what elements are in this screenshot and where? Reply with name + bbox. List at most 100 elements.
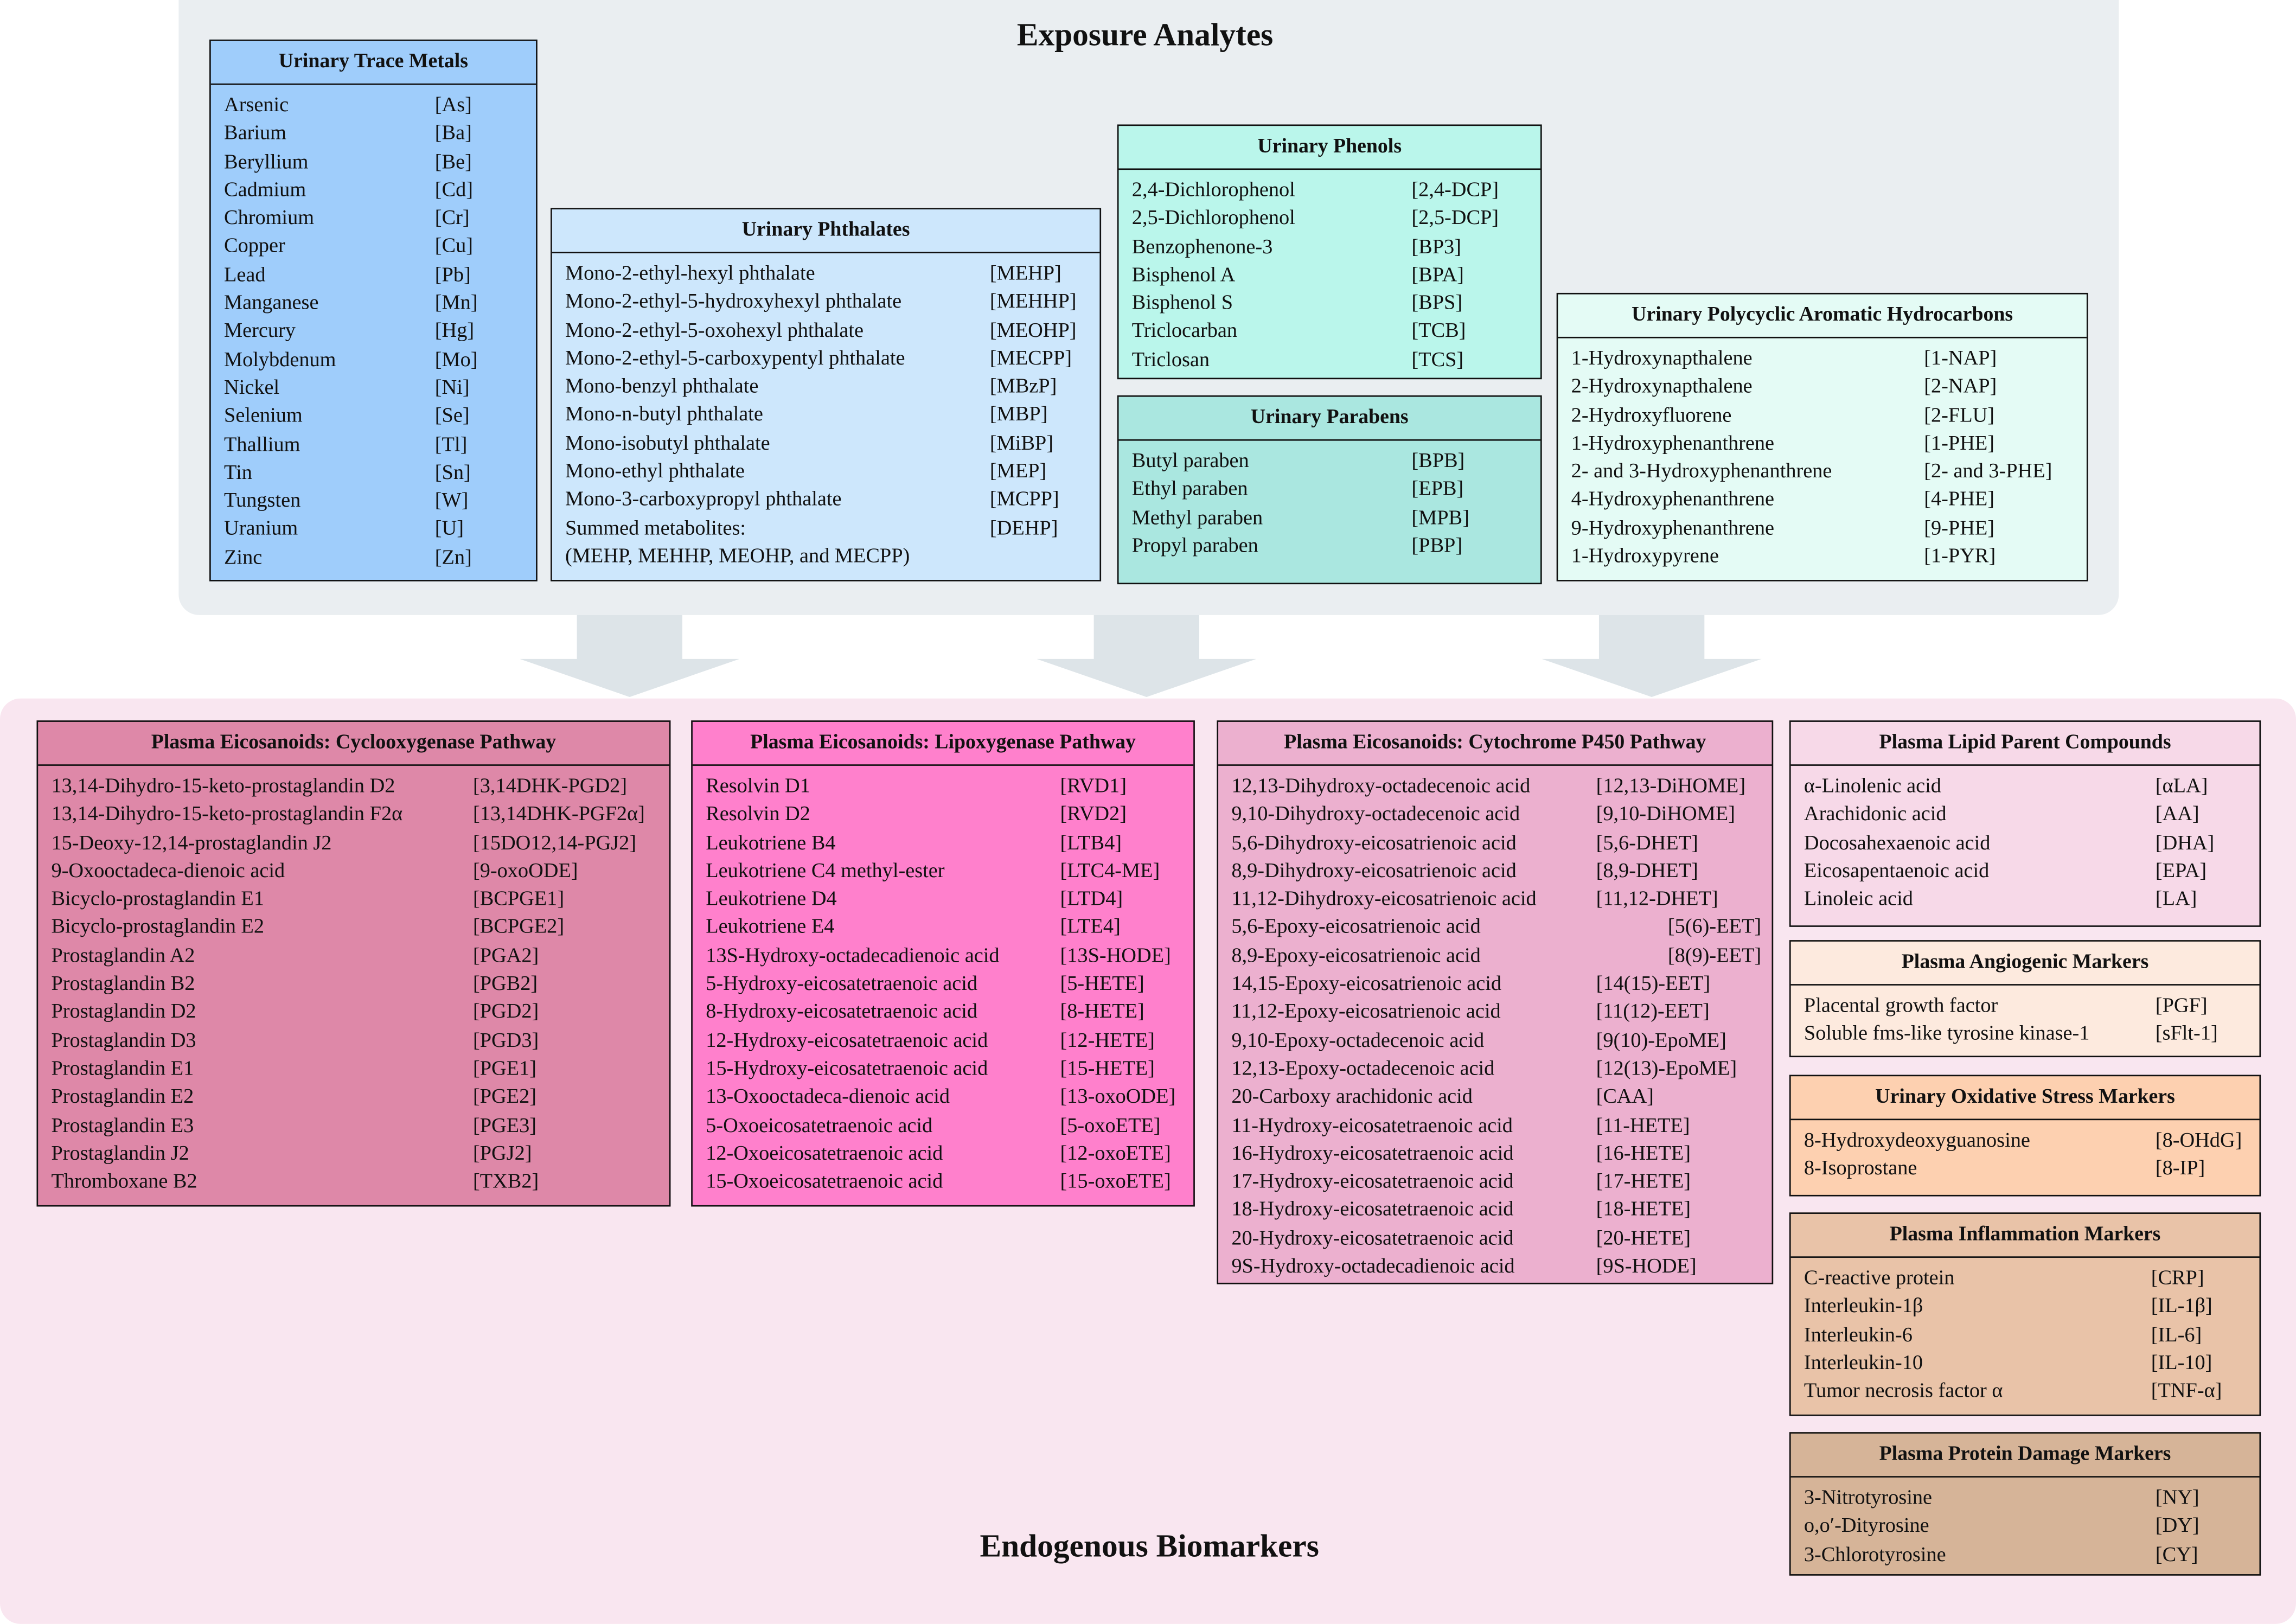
analyte-row: Mono-2-ethyl-5-hydroxyhexyl phthalate [ME… — [565, 289, 1099, 317]
analyte-row: 1-Hydroxyphenanthrene [1-PHE] — [1571, 430, 2087, 458]
analyte-abbreviation: [Hg] — [434, 319, 475, 343]
analyte-row: 14,15-Epoxy-eicosatrienoic acid [14(15)-E… — [1231, 971, 1771, 999]
analyte-abbreviation: [PGE1] — [472, 1057, 537, 1081]
analyte-row: Prostaglandin B2 [PGB2] — [51, 971, 669, 999]
analyte-name: Triclosan — [1131, 348, 1210, 372]
analyte-abbreviation: [BPB] — [1411, 449, 1465, 473]
analyte-name: Summed metabolites: — [565, 516, 746, 540]
analyte-row: Thromboxane B2 [TXB2] — [51, 1169, 669, 1197]
analyte-name: 2-Hydroxyfluorene — [1571, 403, 1732, 427]
analyte-abbreviation: [9-oxoODE] — [472, 859, 578, 883]
analyte-abbreviation: [15DO12,14-PGJ2] — [472, 831, 637, 855]
analyte-row: 12,13-Epoxy-octadecenoic acid [12(13)-Epo… — [1231, 1056, 1771, 1084]
analyte-row: Mono-n-butyl phthalate [MBP] — [565, 402, 1099, 430]
analyte-row: Prostaglandin A2 [PGA2] — [51, 943, 669, 971]
analyte-row: 11,12-Dihydroxy-eicosatrienoic acid [11,1… — [1231, 886, 1771, 915]
plasma-angiogenic-box: Plasma Angiogenic Markers Placental growt… — [1789, 940, 2261, 1058]
analyte-abbreviation: [IL-10] — [2151, 1351, 2212, 1375]
analyte-row: Benzophenone-3 [BP3] — [1132, 234, 1540, 262]
analyte-row: 9,10-Dihydroxy-octadecenoic acid [9,10-Di… — [1231, 801, 1771, 829]
analyte-name: 12,13-Dihydroxy-octadecenoic acid — [1231, 775, 1531, 798]
analyte-abbreviation: [Ba] — [434, 122, 472, 146]
analyte-abbreviation: [Cd] — [434, 178, 474, 202]
analyte-name: Linoleic acid — [1803, 887, 1913, 911]
analyte-abbreviation: [IL-6] — [2151, 1323, 2202, 1347]
analyte-name: 3-Nitrotyrosine — [1803, 1486, 1933, 1510]
analyte-name: Interleukin-6 — [1803, 1323, 1913, 1347]
analyte-row: Tungsten [W] — [224, 488, 536, 516]
analyte-list: Butyl paraben [BPB] Ethyl paraben [EPB] Meth… — [1118, 441, 1540, 561]
analyte-row: Bicyclo-prostaglandin E1 [BCPGE1] — [51, 886, 669, 915]
analyte-abbreviation: [sFlt-1] — [2155, 1022, 2218, 1046]
analyte-abbreviation: [Sn] — [434, 461, 471, 485]
analyte-abbreviation: [1-PYR] — [1924, 545, 1996, 568]
analyte-abbreviation: [TNF-α] — [2151, 1379, 2222, 1403]
analyte-row: 8-Isoprostane [8-IP] — [1804, 1156, 2260, 1184]
analyte-abbreviation: [MEHHP] — [989, 290, 1077, 314]
analyte-name: Leukotriene B4 — [706, 831, 836, 855]
analyte-name: 13,14-Dihydro-15-keto-prostaglandin D2 — [51, 775, 395, 798]
analyte-name: 5,6-Epoxy-eicosatrienoic acid — [1231, 916, 1481, 939]
box-title: Urinary Oxidative Stress Markers — [1790, 1076, 2260, 1121]
analyte-abbreviation: [2- and 3-PHE] — [1924, 460, 2052, 484]
analyte-row: 4-Hydroxyphenanthrene [4-PHE] — [1571, 487, 2087, 515]
analyte-abbreviation: [EPA] — [2155, 859, 2207, 883]
analyte-abbreviation: [MEOHP] — [989, 318, 1077, 342]
analyte-name: Arsenic — [224, 93, 289, 117]
analyte-abbreviation: [Se] — [434, 404, 470, 429]
analyte-name: (MEHP, MEHHP, MEOHP, and MECPP) — [565, 545, 910, 568]
analyte-row: 8-Hydroxy-eicosatetraenoic acid [8-HETE] — [706, 999, 1193, 1027]
analyte-name: Mono-benzyl phthalate — [565, 375, 759, 399]
analyte-name: 13,14-Dihydro-15-keto-prostaglandin F2α — [51, 803, 403, 827]
analyte-name: C-reactive protein — [1803, 1267, 1955, 1290]
analyte-name: Leukotriene D4 — [706, 887, 837, 911]
analyte-row: Leukotriene C4 methyl-ester [LTC4-ME] — [706, 858, 1193, 886]
analyte-abbreviation: [PGF] — [2155, 994, 2208, 1018]
analyte-list: α-Linolenic acid [αLA] Arachidonic acid [AA… — [1791, 766, 2260, 915]
analyte-name: Mono-isobutyl phthalate — [565, 431, 770, 455]
analyte-abbreviation: [MEP] — [989, 459, 1047, 484]
analyte-abbreviation: [5-HETE] — [1060, 972, 1144, 996]
analyte-abbreviation: [As] — [434, 93, 472, 117]
analyte-name: 15-Oxoeicosatetraenoic acid — [706, 1170, 943, 1194]
analyte-abbreviation: [Ni] — [434, 376, 470, 400]
analyte-row: 12-Hydroxy-eicosatetraenoic acid [12-HETE… — [706, 1027, 1193, 1056]
analyte-abbreviation: [PGD3] — [472, 1028, 539, 1053]
box-title: Plasma Lipid Parent Compounds — [1790, 722, 2260, 766]
analyte-abbreviation: [14(15)-EET] — [1596, 972, 1711, 996]
analyte-abbreviation: [Cr] — [434, 207, 470, 231]
analyte-abbreviation: [8(9)-EET] — [1667, 944, 1762, 968]
analyte-name: Benzophenone-3 — [1131, 235, 1273, 259]
analyte-abbreviation: [RVD2] — [1060, 803, 1127, 827]
analyte-name: 9S-Hydroxy-octadecadienoic acid — [1231, 1255, 1515, 1278]
analyte-name: Bisphenol A — [1131, 263, 1236, 287]
box-title: Plasma Eicosanoids: Lipoxygenase Pathway — [692, 722, 1194, 766]
analyte-abbreviation: [9-PHE] — [1924, 516, 1995, 540]
analyte-name: 2-Hydroxynapthalene — [1571, 375, 1753, 399]
analyte-row: Interleukin-6 [IL-6] — [1804, 1322, 2260, 1350]
analyte-abbreviation: [MBP] — [989, 403, 1048, 427]
analyte-abbreviation: [CRP] — [2151, 1267, 2204, 1290]
analyte-row: Copper [Cu] — [224, 234, 536, 262]
analyte-row: Tumor necrosis factor α [TNF-α] — [1804, 1378, 2260, 1406]
analyte-row: 17-Hydroxy-eicosatetraenoic acid [17-HETE… — [1231, 1169, 1771, 1197]
analyte-row: 9-Hydroxyphenanthrene [9-PHE] — [1571, 515, 2087, 544]
analyte-row: 13,14-Dihydro-15-keto-prostaglandin D2 [3… — [51, 773, 669, 801]
box-title: Urinary Trace Metals — [210, 41, 536, 85]
analyte-list: Mono-2-ethyl-hexyl phthalate [MEHP] Mono-2… — [552, 253, 1100, 572]
analyte-abbreviation: [5,6-DHET] — [1596, 831, 1698, 855]
analyte-name: 13S-Hydroxy-octadecadienoic acid — [706, 944, 1000, 968]
urinary-trace-metals-box: Urinary Trace Metals Arsenic [As] Barium [Ba… — [209, 39, 538, 581]
analyte-name: Ethyl paraben — [1131, 477, 1248, 502]
box-title: Plasma Angiogenic Markers — [1790, 942, 2260, 986]
analyte-row: 16-Hydroxy-eicosatetraenoic acid [16-HETE… — [1231, 1141, 1771, 1169]
analyte-name: Barium — [224, 122, 286, 146]
analyte-abbreviation: [PGA2] — [472, 944, 539, 968]
analyte-row: Butyl paraben [BPB] — [1132, 448, 1540, 476]
analyte-abbreviation: [5-oxoETE] — [1060, 1114, 1161, 1137]
analyte-abbreviation: [PBP] — [1411, 534, 1463, 558]
analyte-row: 18-Hydroxy-eicosatetraenoic acid [18-HETE… — [1231, 1197, 1771, 1225]
analyte-name: 11,12-Dihydroxy-eicosatrienoic acid — [1231, 887, 1537, 911]
analyte-row: Manganese [Mn] — [224, 290, 536, 318]
analyte-row: 15-Oxoeicosatetraenoic acid [15-oxoETE] — [706, 1169, 1193, 1197]
